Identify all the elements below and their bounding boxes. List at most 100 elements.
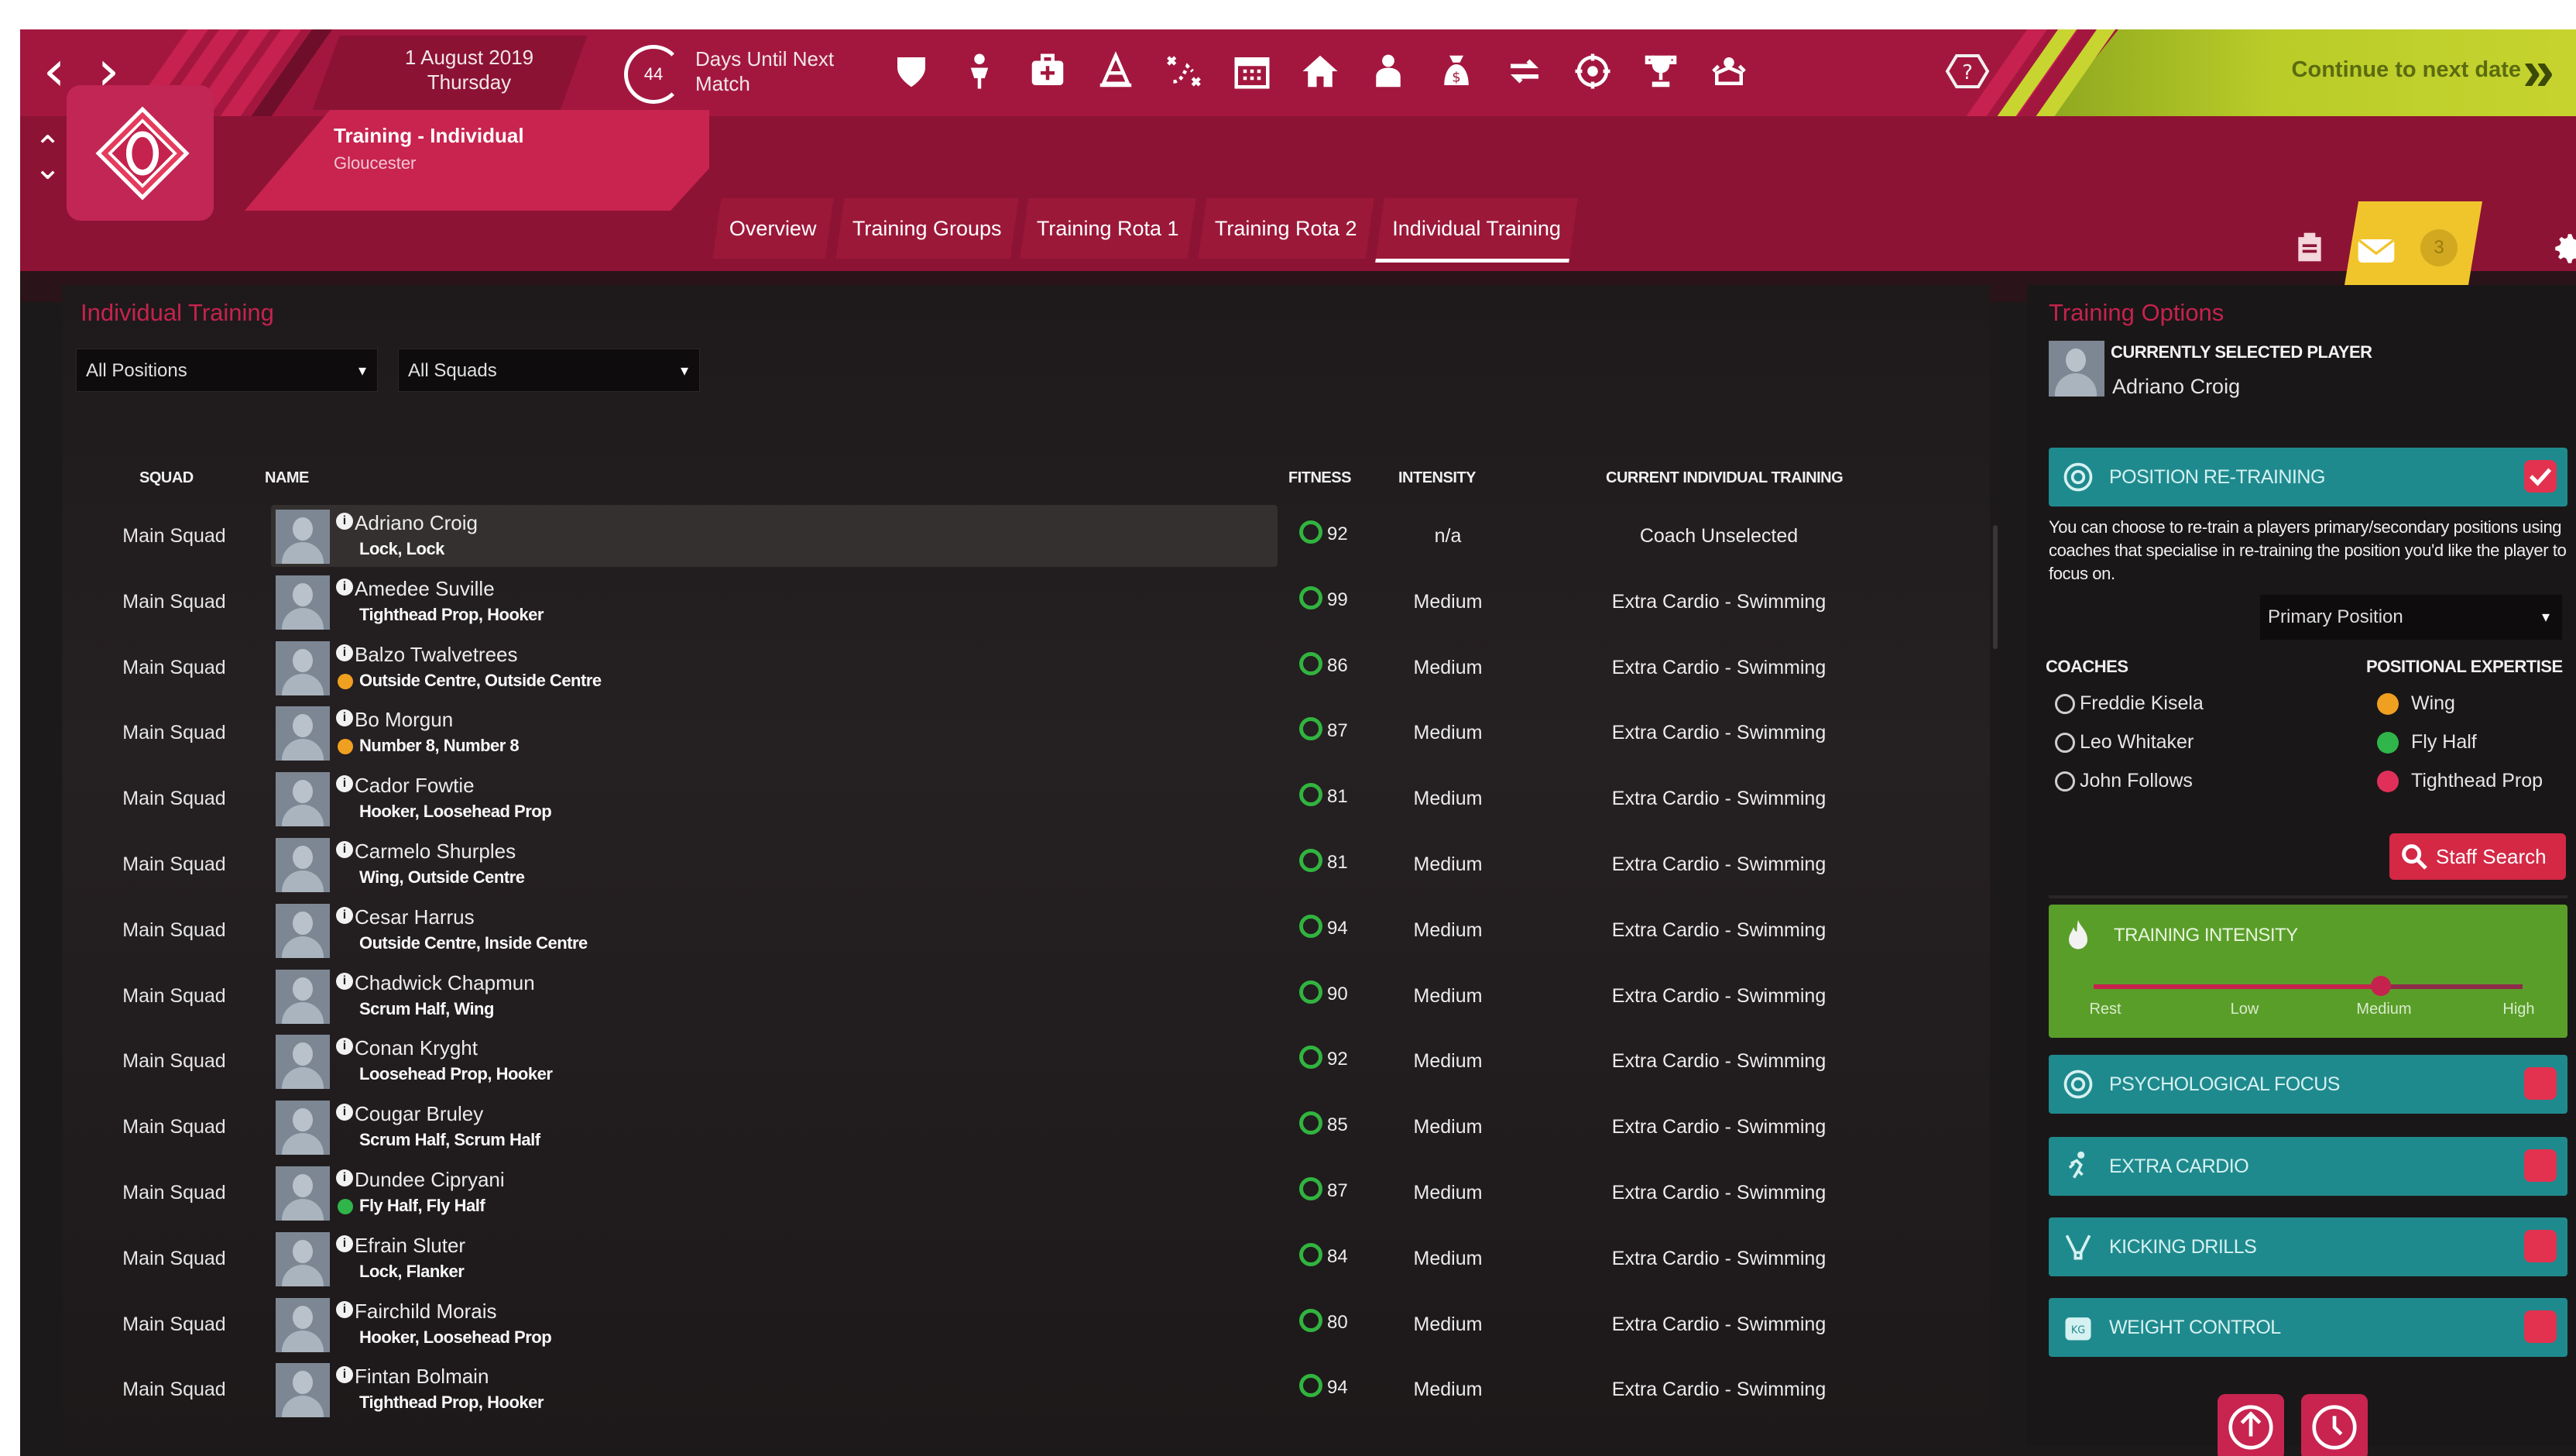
- medical-icon[interactable]: [1024, 46, 1072, 96]
- player-name[interactable]: Fairchild Morais: [355, 1300, 497, 1324]
- tab-training-rota-2[interactable]: Training Rota 2: [1198, 198, 1374, 259]
- retraining-checkbox[interactable]: [2524, 460, 2557, 493]
- table-row[interactable]: Main Squad i Fintan Bolmain Tighthead Pr…: [62, 1357, 1982, 1422]
- table-row[interactable]: Main Squad i Efrain Sluter Lock, Flanker…: [62, 1226, 1982, 1291]
- intensity-level-label[interactable]: Low: [2202, 1001, 2287, 1018]
- info-icon[interactable]: i: [336, 513, 353, 530]
- transfers-icon[interactable]: [1501, 46, 1549, 96]
- intensity-slider-thumb[interactable]: [2371, 976, 2392, 996]
- scouting-icon[interactable]: [1569, 46, 1617, 96]
- coach-option[interactable]: John Follows: [2055, 770, 2193, 792]
- option-checkbox[interactable]: [2524, 1149, 2557, 1182]
- positions-filter-dropdown[interactable]: All Positions ▾: [76, 349, 378, 392]
- table-row[interactable]: Main Squad i Cougar Bruley Scrum Half, S…: [62, 1094, 1982, 1159]
- col-squad-header[interactable]: SQUAD: [139, 469, 194, 487]
- psychological-focus-toggle[interactable]: PSYCHOLOGICAL FOCUS: [2049, 1055, 2567, 1114]
- player-name[interactable]: Fintan Bolmain: [355, 1365, 489, 1389]
- table-row[interactable]: Main Squad i Carmelo Shurples Wing, Outs…: [62, 832, 1982, 897]
- position-select-dropdown[interactable]: Primary Position ▾: [2260, 595, 2562, 640]
- clipboard-icon[interactable]: [2293, 229, 2327, 265]
- col-name-header[interactable]: NAME: [265, 469, 309, 487]
- main-nav-icons: $: [887, 46, 1753, 96]
- squads-filter-dropdown[interactable]: All Squads ▾: [398, 349, 700, 392]
- continue-arrow-icon[interactable]: »: [2523, 42, 2554, 99]
- staff-search-button[interactable]: Staff Search: [2389, 833, 2566, 880]
- info-icon[interactable]: i: [336, 775, 353, 793]
- info-icon[interactable]: i: [336, 1300, 353, 1318]
- table-row[interactable]: Main Squad i Fairchild Morais Hooker, Lo…: [62, 1292, 1982, 1357]
- tab-individual-training[interactable]: Individual Training: [1375, 198, 1578, 263]
- player-name[interactable]: Chadwick Chapmun: [355, 971, 535, 995]
- tactics-icon[interactable]: [1160, 46, 1208, 96]
- info-icon[interactable]: i: [336, 1235, 353, 1252]
- kicking-drills-toggle[interactable]: KICKING DRILLS: [2049, 1217, 2567, 1276]
- mail-icon[interactable]: [2357, 237, 2396, 265]
- intensity-level-label[interactable]: Medium: [2341, 1001, 2427, 1018]
- weight-control-toggle[interactable]: KG WEIGHT CONTROL: [2049, 1298, 2567, 1357]
- info-icon[interactable]: i: [336, 841, 353, 858]
- info-icon[interactable]: i: [336, 1366, 353, 1384]
- player-name[interactable]: Cesar Harrus: [355, 905, 475, 929]
- club-icon[interactable]: [1705, 46, 1753, 96]
- info-icon[interactable]: i: [336, 1104, 353, 1121]
- table-row[interactable]: Main Squad i Cesar Harrus Outside Centre…: [62, 898, 1982, 963]
- table-row[interactable]: Main Squad i Dundee Cipryani Fly Half, F…: [62, 1160, 1982, 1225]
- trophy-icon[interactable]: [1637, 46, 1685, 96]
- expertise-dot-icon: [2377, 771, 2399, 793]
- extra-cardio-toggle[interactable]: EXTRA CARDIO: [2049, 1137, 2567, 1196]
- table-row[interactable]: Main Squad i Cador Fowtie Hooker, Looseh…: [62, 766, 1982, 831]
- training-report-button[interactable]: [2218, 1394, 2284, 1456]
- gear-icon[interactable]: [2550, 229, 2576, 268]
- avatar: [276, 1166, 330, 1221]
- player-name[interactable]: Cador Fowtie: [355, 774, 475, 798]
- info-icon[interactable]: i: [336, 1169, 353, 1186]
- finance-icon[interactable]: $: [1432, 46, 1480, 96]
- info-icon[interactable]: i: [336, 578, 353, 596]
- table-row[interactable]: Main Squad i Adriano Croig Lock, Lock 92…: [62, 503, 1982, 568]
- shield-icon[interactable]: [887, 46, 935, 96]
- col-fitness-header[interactable]: FITNESS: [1288, 469, 1351, 487]
- player-name[interactable]: Bo Morgun: [355, 708, 453, 732]
- player-name[interactable]: Dundee Cipryani: [355, 1168, 505, 1192]
- continue-button[interactable]: Continue to next date: [2266, 57, 2521, 83]
- coach-option[interactable]: Leo Whitaker: [2055, 731, 2194, 754]
- position-retraining-toggle[interactable]: POSITION RE-TRAINING: [2049, 448, 2567, 507]
- info-icon[interactable]: i: [336, 709, 353, 727]
- table-row[interactable]: Main Squad i Amedee Suville Tighthead Pr…: [62, 569, 1982, 634]
- table-row[interactable]: Main Squad i Bo Morgun Number 8, Number …: [62, 700, 1982, 765]
- switch-club-icon[interactable]: ⌃ ⌄: [34, 132, 61, 184]
- coach-option[interactable]: Freddie Kisela: [2055, 692, 2204, 715]
- info-icon[interactable]: i: [336, 972, 353, 990]
- tab-training-groups[interactable]: Training Groups: [835, 198, 1018, 259]
- player-name[interactable]: Efrain Sluter: [355, 1234, 465, 1258]
- col-intensity-header[interactable]: INTENSITY: [1398, 469, 1476, 487]
- tab-training-rota-1[interactable]: Training Rota 1: [1020, 198, 1196, 259]
- option-checkbox[interactable]: [2524, 1230, 2557, 1262]
- table-row[interactable]: Main Squad i Conan Kryght Loosehead Prop…: [62, 1028, 1982, 1094]
- training-cone-icon[interactable]: [1092, 46, 1140, 96]
- option-checkbox[interactable]: [2524, 1067, 2557, 1100]
- info-icon[interactable]: i: [336, 906, 353, 924]
- player-name[interactable]: Balzo Twalvetrees: [355, 643, 518, 667]
- player-name[interactable]: Amedee Suville: [355, 577, 495, 601]
- player-name[interactable]: Conan Kryght: [355, 1036, 478, 1060]
- player-name[interactable]: Adriano Croig: [355, 511, 478, 535]
- table-scrollbar[interactable]: [1993, 525, 1998, 649]
- training-history-button[interactable]: [2301, 1394, 2368, 1456]
- player-name[interactable]: Cougar Bruley: [355, 1102, 483, 1126]
- squad-icon[interactable]: [955, 46, 1003, 96]
- col-current-training-header[interactable]: CURRENT INDIVIDUAL TRAINING: [1606, 469, 1844, 487]
- table-row[interactable]: Main Squad i Balzo Twalvetrees Outside C…: [62, 635, 1982, 700]
- home-icon[interactable]: [1296, 46, 1344, 96]
- hint-icon[interactable]: ?: [1944, 51, 1991, 91]
- calendar-icon[interactable]: [1228, 46, 1276, 96]
- intensity-level-label[interactable]: High: [2476, 1001, 2561, 1018]
- player-name[interactable]: Carmelo Shurples: [355, 840, 516, 864]
- option-checkbox[interactable]: [2524, 1310, 2557, 1343]
- tab-overview[interactable]: Overview: [712, 198, 834, 259]
- info-icon[interactable]: i: [336, 1038, 353, 1056]
- table-row[interactable]: Main Squad i Chadwick Chapmun Scrum Half…: [62, 963, 1982, 1028]
- staff-icon[interactable]: [1364, 46, 1412, 96]
- info-icon[interactable]: i: [336, 644, 353, 661]
- intensity-level-label[interactable]: Rest: [2063, 1001, 2148, 1018]
